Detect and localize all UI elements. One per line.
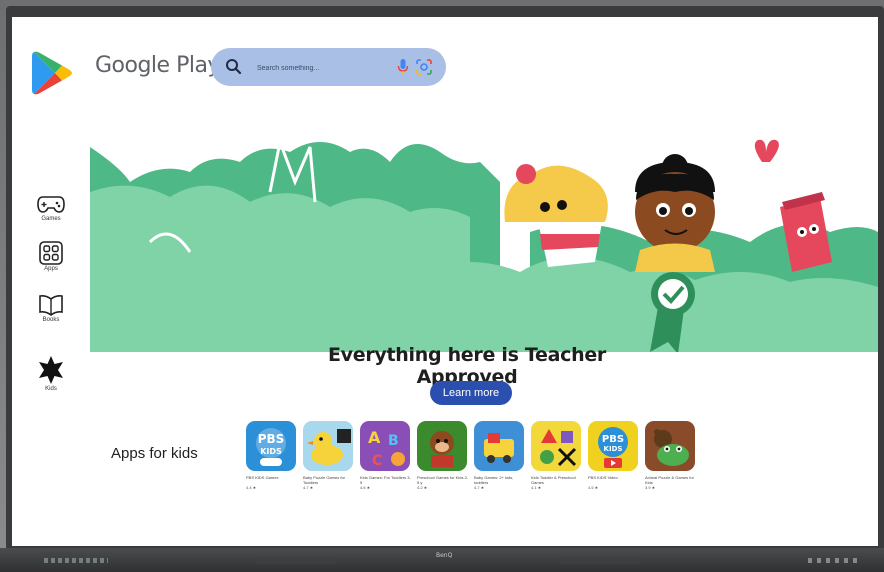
svg-text:KIDS: KIDS bbox=[604, 445, 623, 453]
app-card[interactable]: Kids Toddler & Preschool Games 4.1 ★ bbox=[531, 421, 583, 490]
search-icon[interactable] bbox=[224, 57, 244, 77]
sidebar-item-label: Games bbox=[41, 216, 61, 222]
sidebar-item-label: Kids bbox=[45, 386, 57, 392]
star-icon bbox=[39, 356, 63, 384]
speaker-grille-left bbox=[256, 558, 336, 564]
app-card[interactable]: PBS KIDS PBS KIDS Games 4.4 ★ bbox=[246, 421, 298, 490]
sidebar-item-kids[interactable]: Kids bbox=[26, 355, 76, 392]
speaker-grille-right bbox=[560, 558, 640, 564]
app-rating: 4.7 ★ bbox=[474, 485, 485, 490]
train-icon bbox=[474, 421, 524, 471]
app-name: Animal Puzzle & Games for Kids bbox=[645, 475, 694, 485]
sidebar-item-label: Books bbox=[42, 317, 60, 323]
app-card[interactable]: ABC Kids Games: For Toddlers 3-5 4.6 ★ bbox=[360, 421, 412, 490]
svg-text:PBS: PBS bbox=[602, 434, 624, 445]
app-name: Baby Games: 2+ kids, toddlers bbox=[474, 475, 514, 485]
sidebar-item-apps[interactable]: Apps bbox=[26, 241, 76, 272]
app-card[interactable]: Baby Puzzle Games for Toddlers 4.7 ★ bbox=[303, 421, 355, 490]
screen: Google Play Games bbox=[12, 17, 878, 546]
abc-letters-icon: ABC bbox=[360, 421, 410, 471]
svg-text:C: C bbox=[372, 453, 382, 469]
apps-grid-icon bbox=[39, 241, 63, 265]
device-brand: BenQ bbox=[436, 552, 453, 559]
app-rating: 4.6 ★ bbox=[360, 485, 371, 490]
sidebar-item-games[interactable]: Games bbox=[26, 193, 76, 222]
control-buttons[interactable] bbox=[808, 558, 860, 563]
monkey-icon bbox=[417, 421, 467, 471]
sidebar-item-books[interactable]: Books bbox=[26, 294, 76, 323]
app-name: Preschool Games for Kids 2-5 y bbox=[417, 475, 469, 485]
rubber-duck-icon bbox=[303, 421, 353, 471]
teacher-approved-hero-illustration bbox=[90, 136, 878, 352]
app-rating: 4.2 ★ bbox=[417, 485, 428, 490]
book-icon bbox=[39, 295, 63, 316]
section-title: Apps for kids bbox=[111, 445, 198, 462]
sidebar-item-label: Apps bbox=[44, 266, 58, 272]
app-rating: 4.7 ★ bbox=[303, 485, 314, 490]
svg-text:B: B bbox=[388, 433, 399, 449]
app-name: PBS KIDS Games bbox=[246, 475, 279, 480]
app-card[interactable]: Preschool Games for Kids 2-5 y 4.2 ★ bbox=[417, 421, 469, 490]
frog-bear-icon bbox=[645, 421, 695, 471]
google-lens-icon[interactable] bbox=[415, 58, 433, 76]
svg-text:A: A bbox=[368, 428, 381, 447]
search-input[interactable] bbox=[255, 59, 379, 77]
app-rating: 4.4 ★ bbox=[246, 485, 257, 490]
app-rating: 4.1 ★ bbox=[531, 485, 542, 490]
google-play-logo-icon[interactable] bbox=[31, 50, 73, 96]
app-card[interactable]: PBS KIDS PBS KIDS Video 4.5 ★ bbox=[588, 421, 640, 490]
app-name: Kids Toddler & Preschool Games bbox=[531, 475, 576, 485]
pbs-kids-video-icon: PBS KIDS bbox=[588, 421, 638, 471]
search-bar[interactable] bbox=[211, 48, 446, 86]
pbs-kids-logo-icon: PBS KIDS bbox=[246, 421, 296, 471]
gamepad-icon bbox=[37, 196, 65, 213]
brand-title[interactable]: Google Play bbox=[95, 53, 220, 78]
shapes-icon bbox=[531, 421, 581, 471]
app-rating: 3.9 ★ bbox=[645, 485, 656, 490]
app-name: PBS KIDS Video bbox=[588, 475, 618, 480]
app-name: Kids Games: For Toddlers 3-5 bbox=[360, 475, 411, 485]
display-bottom-bar: BenQ bbox=[0, 548, 884, 572]
app-rating: 4.5 ★ bbox=[588, 485, 599, 490]
svg-text:PBS: PBS bbox=[258, 432, 285, 446]
app-name: Baby Puzzle Games for Toddlers bbox=[303, 475, 346, 485]
app-card[interactable]: Animal Puzzle & Games for Kids 3.9 ★ bbox=[645, 421, 697, 490]
microphone-icon[interactable] bbox=[396, 58, 410, 76]
svg-text:KIDS: KIDS bbox=[260, 447, 282, 456]
io-ports bbox=[44, 558, 108, 563]
app-card[interactable]: Baby Games: 2+ kids, toddlers 4.7 ★ bbox=[474, 421, 526, 490]
learn-more-button[interactable]: Learn more bbox=[430, 381, 512, 405]
